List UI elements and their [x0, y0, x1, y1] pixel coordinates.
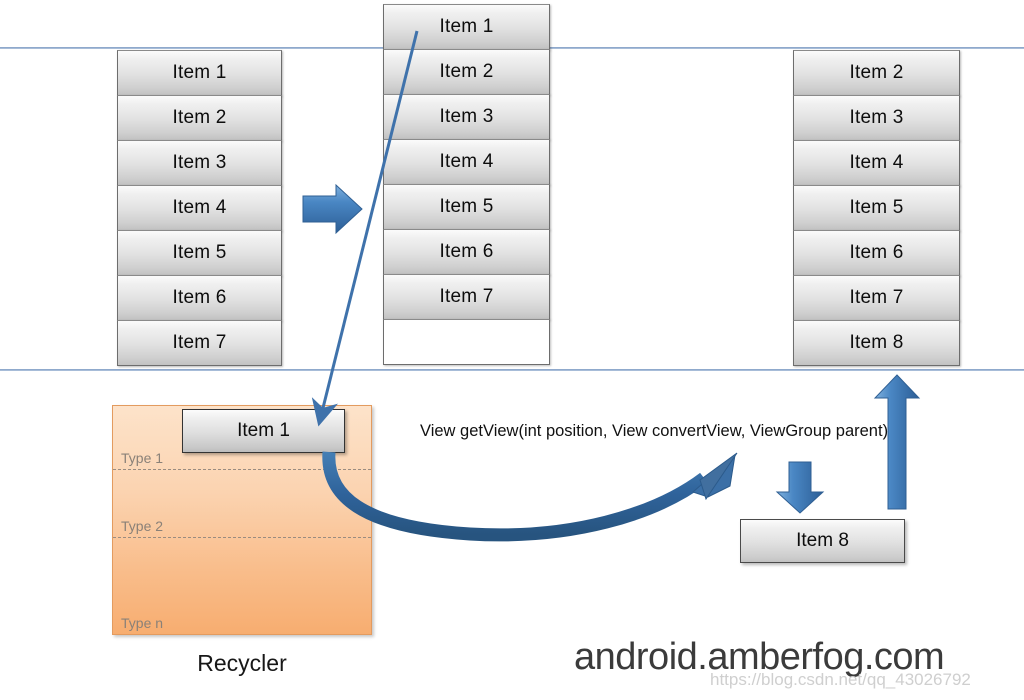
diagram-canvas: Item 1 Item 2 Item 3 Item 4 Item 5 Item 6 Item…	[0, 0, 1024, 700]
list-cell[interactable]: Item 1	[383, 4, 550, 50]
recycler-caption: Recycler	[197, 650, 287, 676]
list-after-scroll: Item 2 Item 3 Item 4 Item 5 Item 6 Item 7 Item…	[793, 50, 960, 366]
list-scrolling: Item 1 Item 2 Item 3 Item 4 Item 5 Item 6 Item…	[383, 4, 550, 365]
list-cell[interactable]: Item 7	[383, 274, 550, 320]
scroll-right-arrow	[302, 183, 363, 235]
list-cell[interactable]: Item 5	[117, 230, 282, 276]
list-cell[interactable]: Item 2	[117, 95, 282, 141]
getview-signature-label: View getView(int position, View convertV…	[420, 422, 889, 440]
list-cell[interactable]: Item 7	[793, 275, 960, 321]
list-cell[interactable]: Item 6	[793, 230, 960, 276]
list-cell[interactable]: Item 4	[383, 139, 550, 185]
recycler-type-label-n: Type n	[121, 615, 164, 631]
list-before-scroll: Item 1 Item 2 Item 3 Item 4 Item 5 Item 6 Item…	[117, 50, 282, 366]
list-cell[interactable]: Item 3	[117, 140, 282, 186]
attach-up-arrow	[873, 374, 921, 510]
recycler-type-divider-2	[113, 537, 371, 538]
list-cell[interactable]: Item 5	[793, 185, 960, 231]
list-cell[interactable]: Item 6	[117, 275, 282, 321]
blog-url-watermark: https://blog.csdn.net/qq_43026792	[710, 670, 971, 689]
list-cell[interactable]: Item 4	[793, 140, 960, 186]
list-cell[interactable]: Item 7	[117, 320, 282, 366]
convertview-curve-arrow	[322, 451, 738, 542]
list-cell[interactable]: Item 3	[793, 95, 960, 141]
bind-down-arrow	[775, 461, 825, 514]
recycler-type-divider-1	[113, 469, 371, 470]
list-cell[interactable]: Item 3	[383, 94, 550, 140]
recycled-view-card[interactable]: Item 1	[182, 409, 345, 453]
list-cell[interactable]: Item 8	[793, 320, 960, 366]
list-cell[interactable]: Item 2	[793, 50, 960, 96]
list-cell-empty[interactable]	[383, 319, 550, 365]
recycler-type-label-2: Type 2	[121, 518, 164, 534]
list-cell[interactable]: Item 1	[117, 50, 282, 96]
recycler-type-label-1: Type 1	[121, 450, 164, 466]
list-cell[interactable]: Item 6	[383, 229, 550, 275]
list-cell[interactable]: Item 5	[383, 184, 550, 230]
viewport-bottom-guide-line	[0, 369, 1024, 371]
list-cell[interactable]: Item 4	[117, 185, 282, 231]
list-cell[interactable]: Item 2	[383, 49, 550, 95]
detached-view-card[interactable]: Item 8	[740, 519, 905, 563]
